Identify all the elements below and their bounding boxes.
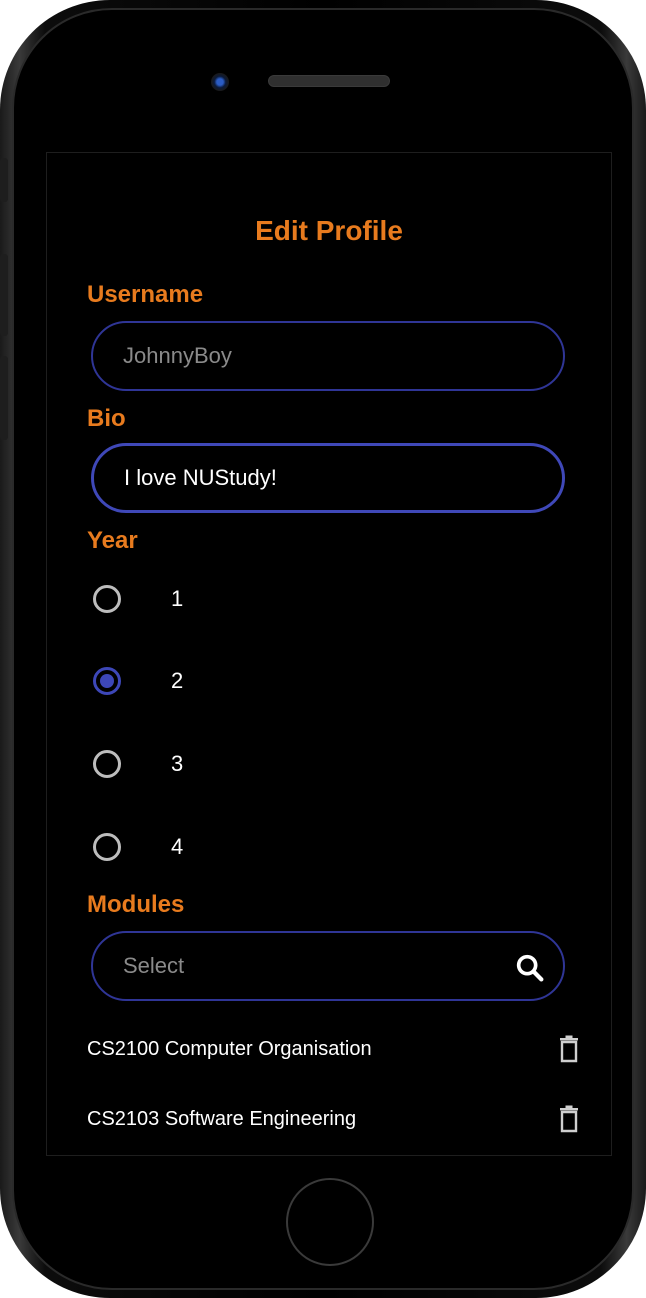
app-screen: Edit Profile Username Bio Year 1 2 3 4 M… xyxy=(46,152,612,1156)
radio-button-selected[interactable] xyxy=(93,667,121,695)
module-name: CS2100 Computer Organisation xyxy=(87,1037,372,1060)
year-option-label: 4 xyxy=(171,834,184,859)
module-name: CS2103 Software Engineering xyxy=(87,1107,357,1130)
mute-switch xyxy=(0,158,8,202)
radio-button[interactable] xyxy=(93,750,121,778)
username-label: Username xyxy=(87,281,204,308)
year-option-label: 3 xyxy=(171,751,184,776)
volume-down-button xyxy=(0,356,8,440)
year-option-1[interactable]: 1 xyxy=(93,579,393,619)
year-option-label: 2 xyxy=(171,668,184,693)
username-input[interactable] xyxy=(91,321,565,391)
year-option-3[interactable]: 3 xyxy=(93,744,393,784)
bio-label: Bio xyxy=(87,405,126,432)
phone-frame: Edit Profile Username Bio Year 1 2 3 4 M… xyxy=(0,0,646,1298)
page-title: Edit Profile xyxy=(255,215,403,246)
radio-button[interactable] xyxy=(93,833,121,861)
year-option-4[interactable]: 4 xyxy=(93,827,393,867)
module-search-input[interactable] xyxy=(91,931,565,1001)
volume-up-button xyxy=(0,254,8,336)
year-option-label: 1 xyxy=(171,586,184,611)
search-icon[interactable] xyxy=(513,951,547,985)
module-list-item: CS2103 Software Engineering xyxy=(87,1099,581,1139)
trash-icon[interactable] xyxy=(557,1035,581,1063)
module-list-item: CS2100 Computer Organisation xyxy=(87,1029,581,1069)
front-camera xyxy=(211,73,229,91)
trash-icon[interactable] xyxy=(557,1105,581,1133)
bio-input[interactable] xyxy=(91,443,565,513)
radio-button[interactable] xyxy=(93,585,121,613)
earpiece-speaker xyxy=(268,75,390,87)
year-label: Year xyxy=(87,527,138,554)
home-button[interactable] xyxy=(286,1178,374,1266)
year-option-2[interactable]: 2 xyxy=(93,661,393,701)
modules-label: Modules xyxy=(87,891,185,918)
